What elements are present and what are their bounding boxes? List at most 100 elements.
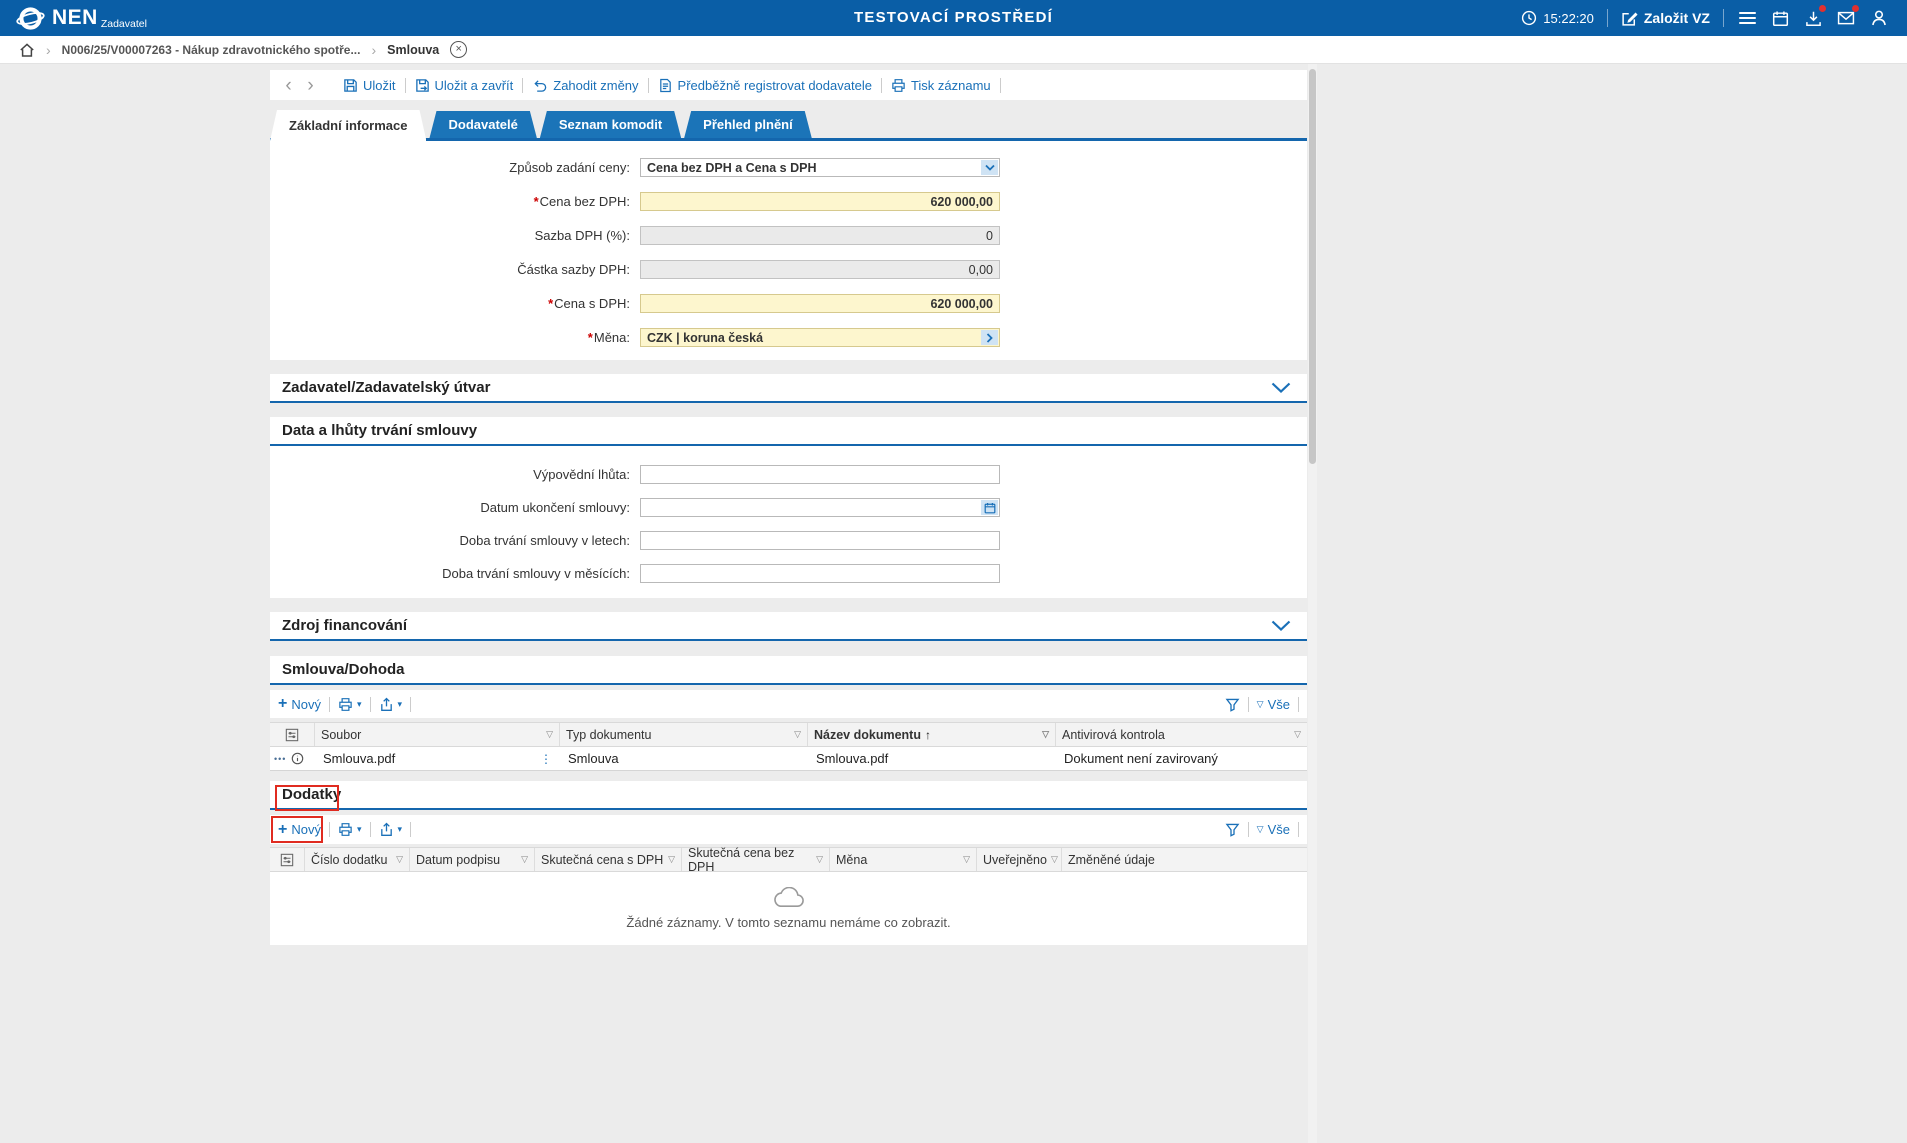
nen-logo[interactable]: NEN Zadavatel xyxy=(16,4,147,33)
tab-dodavatele[interactable]: Dodavatelé xyxy=(429,111,536,138)
column-header-uverejneno[interactable]: Uveřejněno ▽ xyxy=(977,848,1062,871)
breadcrumb-record-link[interactable]: N006/25/V00007263 - Nákup zdravotnického… xyxy=(62,43,361,57)
save-close-icon xyxy=(415,78,430,93)
filter-triangle-icon[interactable]: ▽ xyxy=(963,854,970,865)
close-record-button[interactable]: × xyxy=(450,41,467,58)
column-header-cislo-dodatku[interactable]: Číslo dodatku ▽ xyxy=(305,848,410,871)
column-settings-button[interactable] xyxy=(270,723,315,746)
grid-settings-icon xyxy=(280,853,294,867)
prev-record-button[interactable]: ‹ xyxy=(282,76,295,95)
currency-picker[interactable]: CZK | koruna česká xyxy=(640,328,1000,347)
tab-seznam-komodit[interactable]: Seznam komodit xyxy=(540,111,681,138)
menu-button[interactable] xyxy=(1737,8,1757,28)
column-header-datum-podpisu[interactable]: Datum podpisu ▽ xyxy=(410,848,535,871)
create-vz-button[interactable]: Založit VZ xyxy=(1621,10,1710,27)
amendments-new-button[interactable]: + Nový xyxy=(278,822,321,838)
section-contracting-authority[interactable]: Zadavatel/Zadavatelský útvar xyxy=(270,374,1307,403)
toolbar-separator xyxy=(1248,822,1249,837)
end-date-input[interactable] xyxy=(640,498,1000,517)
end-date-label: Datum ukončení smlouvy: xyxy=(270,500,630,515)
grid-settings-icon xyxy=(285,728,299,742)
filter-triangle-icon[interactable]: ▽ xyxy=(816,854,823,865)
tab-prehled-plneni[interactable]: Přehled plnění xyxy=(684,111,812,138)
chevron-right-icon[interactable] xyxy=(981,330,998,345)
column-settings-button[interactable] xyxy=(270,848,305,871)
contract-list-toolbar: + Nový ▾ ▾ ▽ Vše xyxy=(270,690,1307,718)
amendments-filter-button[interactable] xyxy=(1225,822,1240,837)
save-and-close-button[interactable]: Uložit a zavřít xyxy=(415,78,514,93)
notification-badge xyxy=(1819,5,1826,12)
filter-triangle-icon[interactable]: ▽ xyxy=(794,729,801,740)
amendments-export-button[interactable]: ▾ xyxy=(379,822,403,837)
column-header-typ-dokumentu[interactable]: Typ dokumentu ▽ xyxy=(560,723,808,746)
chevron-down-icon[interactable] xyxy=(1271,382,1291,393)
contract-export-button[interactable]: ▾ xyxy=(379,697,403,712)
tab-zakladni-informace[interactable]: Základní informace xyxy=(270,110,426,141)
section-title: Smlouva/Dohoda xyxy=(270,661,405,678)
cell-typ-dokumentu: Smlouva xyxy=(560,747,808,770)
contract-filter-button[interactable] xyxy=(1225,697,1240,712)
discard-changes-button[interactable]: Zahodit změny xyxy=(532,78,638,93)
calendar-button[interactable] xyxy=(1770,8,1790,28)
filter-triangle-icon[interactable]: ▽ xyxy=(668,854,675,865)
section-funding-source[interactable]: Zdroj financování xyxy=(270,612,1307,641)
column-header-nazev-dokumentu[interactable]: Název dokumentu ↑ ▽ xyxy=(808,723,1056,746)
column-header-soubor[interactable]: Soubor ▽ xyxy=(315,723,560,746)
net-price-input[interactable]: 620 000,00 xyxy=(640,192,1000,211)
profile-button[interactable] xyxy=(1869,8,1889,28)
column-header-mena[interactable]: Měna ▽ xyxy=(830,848,977,871)
chevron-down-icon[interactable] xyxy=(981,160,998,175)
hamburger-icon xyxy=(1739,12,1756,25)
chevron-down-icon[interactable] xyxy=(1271,620,1291,631)
contract-show-all-button[interactable]: ▽ Vše xyxy=(1257,697,1290,712)
clock-icon xyxy=(1521,10,1537,26)
price-method-label: Způsob zadání ceny: xyxy=(270,160,630,175)
scrollbar-thumb[interactable] xyxy=(1309,69,1316,464)
amendments-table-header: Číslo dodatku ▽ Datum podpisu ▽ Skutečná… xyxy=(270,847,1307,872)
filter-triangle-icon[interactable]: ▽ xyxy=(1294,729,1301,740)
vat-amount-input: 0,00 xyxy=(640,260,1000,279)
filter-triangle-icon[interactable]: ▽ xyxy=(1051,854,1058,865)
column-header-skutecna-cena-bez-dph[interactable]: Skutečná cena bez DPH ▽ xyxy=(682,848,830,871)
filter-triangle-icon[interactable]: ▽ xyxy=(521,854,528,865)
filter-triangle-icon[interactable]: ▽ xyxy=(546,729,553,740)
filter-triangle-icon[interactable]: ▽ xyxy=(396,854,403,865)
contract-new-button[interactable]: + Nový xyxy=(278,696,321,712)
vertical-scrollbar[interactable] xyxy=(1308,64,1317,1143)
printer-icon xyxy=(891,78,906,93)
person-icon xyxy=(1870,9,1888,27)
duration-years-input[interactable] xyxy=(640,531,1000,550)
column-header-zmenene-udaje[interactable]: Změněné údaje xyxy=(1062,848,1307,871)
home-button[interactable] xyxy=(19,42,35,58)
contract-table-row[interactable]: ••• Smlouva.pdf ⋮ Smlouva Smlouva.pdf Do… xyxy=(270,747,1307,771)
amendments-show-all-button[interactable]: ▽ Vše xyxy=(1257,822,1290,837)
row-actions-icon[interactable]: ⋮ xyxy=(540,752,552,766)
download-icon xyxy=(1805,10,1822,27)
header-separator xyxy=(1723,9,1724,27)
downloads-button[interactable] xyxy=(1803,8,1823,28)
duration-months-label: Doba trvání smlouvy v měsících: xyxy=(270,566,630,581)
record-toolbar: ‹ › Uložit Uložit a zavřít Zahodit změny xyxy=(270,70,1307,100)
date-picker-icon[interactable] xyxy=(981,500,998,515)
column-header-antivirova-kontrola[interactable]: Antivirová kontrola ▽ xyxy=(1056,723,1307,746)
next-record-button[interactable]: › xyxy=(304,76,317,95)
column-header-skutecna-cena-s-dph[interactable]: Skutečná cena s DPH ▽ xyxy=(535,848,682,871)
gross-price-input[interactable]: 620 000,00 xyxy=(640,294,1000,313)
main-content: ‹ › Uložit Uložit a zavřít Zahodit změny xyxy=(270,64,1307,1143)
toolbar-separator xyxy=(405,78,406,93)
cell-soubor[interactable]: Smlouva.pdf ⋮ xyxy=(315,747,560,770)
vat-rate-input: 0 xyxy=(640,226,1000,245)
contract-print-button[interactable]: ▾ xyxy=(338,697,362,712)
print-record-button[interactable]: Tisk záznamu xyxy=(891,78,991,93)
price-method-select[interactable]: Cena bez DPH a Cena s DPH xyxy=(640,158,1000,177)
info-icon[interactable] xyxy=(291,752,304,765)
preregister-supplier-button[interactable]: Předběžně registrovat dodavatele xyxy=(658,78,872,93)
save-button[interactable]: Uložit xyxy=(343,78,396,93)
notice-period-input[interactable] xyxy=(640,465,1000,484)
filter-triangle-icon[interactable]: ▽ xyxy=(1042,729,1049,740)
duration-months-input[interactable] xyxy=(640,564,1000,583)
brand-name: NEN xyxy=(52,4,98,32)
messages-button[interactable] xyxy=(1836,8,1856,28)
amendments-print-button[interactable]: ▾ xyxy=(338,822,362,837)
row-menu-icon[interactable]: ••• xyxy=(274,754,286,764)
